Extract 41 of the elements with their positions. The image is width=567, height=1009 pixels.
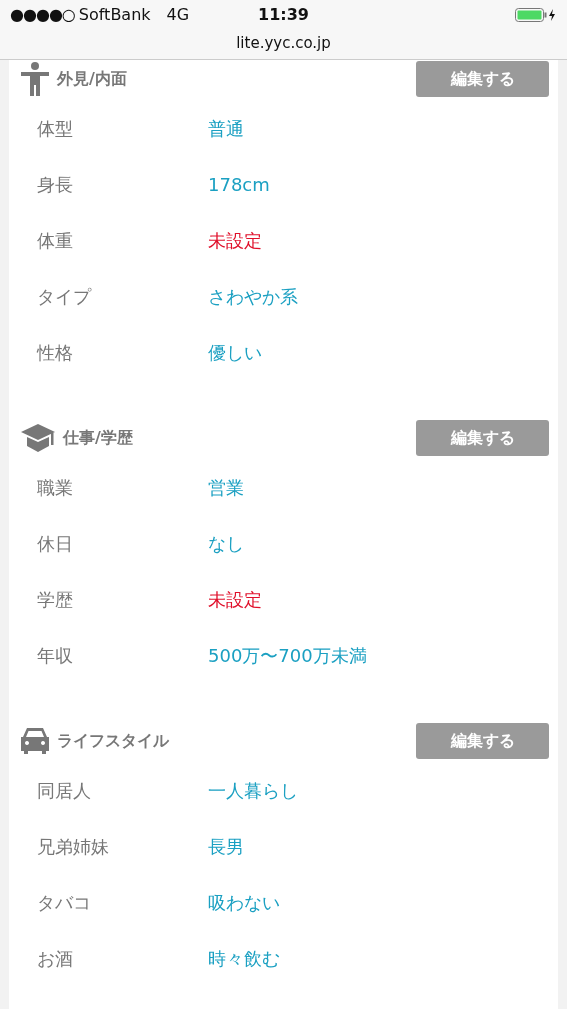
field-label: 身長 <box>36 172 74 197</box>
field-label: 職業 <box>36 475 74 500</box>
graduation-cap-icon <box>21 424 55 452</box>
field-label: 性格 <box>35 340 74 365</box>
field-value: 未設定 <box>208 228 262 253</box>
field-value: 未設定 <box>208 587 262 612</box>
field-value: 一人暮らし <box>208 778 298 803</box>
field-label: 兄弟姉妹 <box>36 834 110 859</box>
section-title: ライフスタイル <box>57 730 169 752</box>
field-label: 年収 <box>36 643 74 668</box>
field-label: 学歴 <box>36 587 74 612</box>
field-value: なし <box>208 531 244 556</box>
edit-button[interactable]: 編集する <box>416 61 549 97</box>
field-value: さわやか系 <box>208 284 298 309</box>
field-value: 500万〜700万未満 <box>208 643 367 668</box>
field-value: 優しい <box>208 340 262 365</box>
car-icon <box>21 728 49 754</box>
field-value: 長男 <box>208 834 244 859</box>
field-label: 同居人 <box>36 778 92 803</box>
field-label: 体型 <box>36 116 74 141</box>
field-label: お酒 <box>36 946 74 971</box>
url-text[interactable]: lite.yyc.co.jp <box>236 34 331 52</box>
field-label: タバコ <box>36 890 92 915</box>
signal-indicator: ●●●●○ <box>10 4 75 26</box>
edit-button[interactable]: 編集する <box>416 420 549 456</box>
carrier-name: SoftBank <box>78 4 151 26</box>
field-label: タイプ <box>36 284 93 309</box>
field-label: 体重 <box>36 228 74 253</box>
clock-time: 11:39 <box>258 5 309 24</box>
field-value: 178cm <box>208 172 270 197</box>
field-label: 休日 <box>36 531 74 556</box>
field-value: 時々飲む <box>208 946 280 971</box>
field-value: 営業 <box>208 475 244 500</box>
field-value: 普通 <box>208 116 244 141</box>
section-title: 仕事/学歴 <box>63 427 133 449</box>
field-value: 吸わない <box>208 890 280 915</box>
person-icon <box>21 62 49 96</box>
network-type: 4G <box>166 4 190 26</box>
edit-button[interactable]: 編集する <box>416 723 549 759</box>
battery-icon <box>515 8 557 22</box>
section-title: 外見/内面 <box>57 68 127 90</box>
